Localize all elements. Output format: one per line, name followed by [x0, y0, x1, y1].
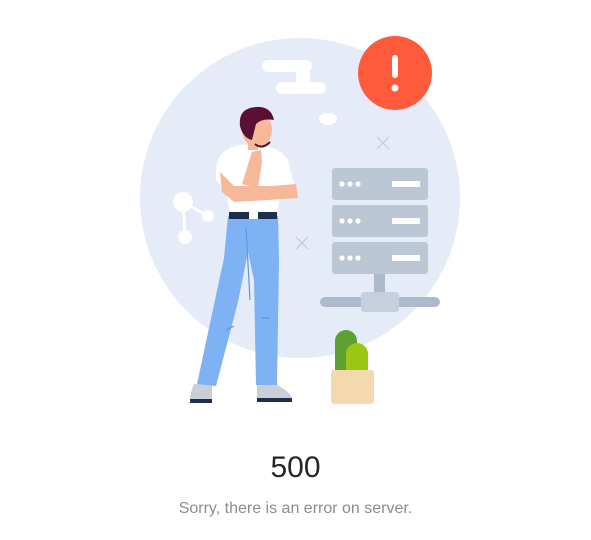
error-message: Sorry, there is an error on server. — [178, 500, 413, 517]
alert-icon — [358, 36, 432, 110]
status-code: 500 — [270, 451, 321, 484]
server-error-illustration — [140, 36, 460, 404]
error-result-page: 500 Sorry, there is an error on server. — [0, 0, 591, 540]
